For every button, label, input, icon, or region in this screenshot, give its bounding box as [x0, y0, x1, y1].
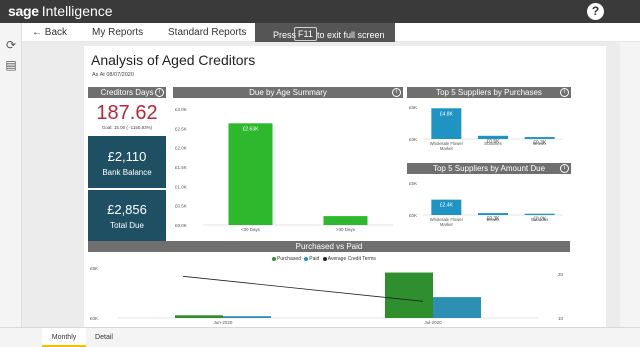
legend-paid-marker [304, 256, 309, 261]
data-label: £0.23K [338, 219, 355, 225]
y-tick-label: £0.0K [175, 223, 187, 228]
creditors-days-title: Creditors Days [100, 88, 154, 97]
help-icon[interactable]: ? [587, 3, 604, 20]
brand-sage: sage [8, 3, 39, 19]
legend-credit-terms-marker [322, 256, 327, 261]
bar-paid [433, 297, 481, 318]
standard-reports-link[interactable]: Standard Reports [168, 27, 246, 38]
fullscreen-key: F11 [294, 27, 317, 41]
y-tick-label: £1.5K [175, 165, 187, 170]
x-tick-label: Market [440, 222, 454, 227]
total-due-card: £2,856 Total Due [88, 190, 166, 242]
report-tabs: Monthly Detail [0, 327, 640, 347]
x-tick-label: Jun-2020 [214, 320, 233, 325]
due-by-age-chart: £3.0K £2.5K £2.0K £1.5K £1.0K £0.5K £0.0K £2.63… [175, 107, 393, 232]
bar-paid [223, 316, 271, 318]
refresh-icon[interactable]: ⟳ [5, 39, 17, 51]
left-rail: ⟳ ▤ [0, 23, 22, 327]
top-amount-due-chart: £5K£0K£2.4KWholesale FlowerMarket£0.3KBr… [409, 181, 563, 227]
info-icon[interactable]: i [392, 88, 401, 97]
creditors-days-kpi: 187.62 Goal: 15.00 ( -1150.83%) [88, 102, 166, 130]
y2-tick-label: 20 [558, 272, 564, 277]
bar-purchased [385, 272, 433, 318]
x-tick-label: Brown [533, 141, 546, 146]
info-icon[interactable]: i [560, 164, 569, 173]
bank-balance-label: Bank Balance [102, 168, 152, 177]
y-tick-label: £5K [409, 181, 417, 186]
y-tick-label: £2.0K [175, 146, 187, 151]
total-due-value: £2,856 [107, 202, 147, 217]
purchased-vs-paid-title: Purchased vs Paid [295, 242, 363, 251]
total-due-label: Total Due [110, 221, 144, 230]
creditors-days-value: 187.62 [96, 102, 158, 124]
bar-purchased [175, 315, 223, 318]
x-tick-label: <30 Days [241, 227, 261, 232]
x-tick-label: Sundries [531, 217, 550, 222]
y-tick-label: £0K [409, 213, 417, 218]
y-tick-label: £5K [409, 105, 417, 110]
purchased-vs-paid-legend: Purchased Paid Average Credit Terms [272, 256, 376, 262]
x-tick-label: Market [440, 146, 454, 151]
y-tick-label: £0K [409, 137, 417, 142]
top-purchases-chart: £5K£0K£4.8KWholesale FlowerMarket£0.5KSu… [409, 105, 563, 151]
fullscreen-press-text: Press [273, 30, 297, 40]
bar [524, 213, 555, 215]
creditors-days-goal: Goal: 15.00 ( -1150.83%) [101, 125, 153, 130]
brand-name: Intelligence [41, 3, 113, 19]
info-icon[interactable]: i [560, 88, 569, 97]
report-page: Analysis of Aged Creditors As At 08/07/2… [84, 46, 606, 327]
data-label: £2.4K [440, 203, 454, 209]
app-header: sage Intelligence ? [0, 0, 640, 23]
bank-balance-value: £2,110 [107, 149, 147, 164]
x-tick-label: >30 Days [336, 227, 356, 232]
data-label: £2.63K [243, 126, 260, 132]
purchased-vs-paid-chart: £5K £0K 20 10 Jun-2020 Jul-2020 [90, 266, 564, 325]
top-amount-due-header: Top 5 Suppliers by Amount Due i [407, 163, 571, 174]
legend-purchased-marker [272, 256, 276, 261]
y-tick-label: £5K [90, 266, 98, 271]
top-purchases-title: Top 5 Suppliers by Purchases [436, 88, 542, 97]
legend-credit-terms: Average Credit Terms [327, 256, 376, 262]
my-reports-link[interactable]: My Reports [92, 27, 143, 38]
export-icon[interactable]: ▤ [5, 59, 17, 71]
creditors-days-header: Creditors Days i [88, 87, 166, 98]
x-tick-label: Jul-2020 [424, 320, 442, 325]
purchased-vs-paid-header: Purchased vs Paid [88, 241, 570, 252]
bar [228, 123, 273, 225]
data-label: £4.8K [440, 111, 454, 117]
report-canvas: Analysis of Aged Creditors As At 08/07/2… [22, 42, 620, 327]
y-tick-label: £2.5K [175, 126, 187, 131]
y2-tick-label: 10 [558, 316, 564, 321]
bar [478, 213, 508, 215]
top-purchases-header: Top 5 Suppliers by Purchases i [407, 87, 571, 98]
top-amount-due-title: Top 5 Suppliers by Amount Due [432, 164, 546, 173]
report-as-at: As At 08/07/2020 [92, 72, 134, 78]
y-tick-label: £0K [90, 316, 98, 321]
due-by-age-header: Due by Age Summary i [173, 87, 403, 98]
y-tick-label: £0.5K [175, 204, 187, 209]
back-button[interactable]: ← Back [32, 27, 67, 38]
legend-purchased: Purchased [277, 256, 301, 262]
tab-detail[interactable]: Detail [86, 328, 122, 347]
legend-paid: Paid [309, 256, 320, 262]
x-tick-label: Sundries [484, 141, 503, 146]
y-tick-label: £1.0K [175, 184, 187, 189]
report-title: Analysis of Aged Creditors [91, 52, 256, 68]
right-scroll-gutter [620, 42, 640, 327]
due-by-age-title: Due by Age Summary [249, 88, 327, 97]
fullscreen-rest-text: to exit full screen [317, 30, 385, 40]
app-logo: sage Intelligence [8, 3, 113, 19]
x-tick-label: Brown [487, 217, 500, 222]
tab-monthly[interactable]: Monthly [42, 328, 86, 347]
info-icon[interactable]: i [155, 88, 164, 97]
bank-balance-card: £2,110 Bank Balance [88, 136, 166, 188]
y-tick-label: £3.0K [175, 107, 187, 112]
bar [524, 137, 555, 139]
